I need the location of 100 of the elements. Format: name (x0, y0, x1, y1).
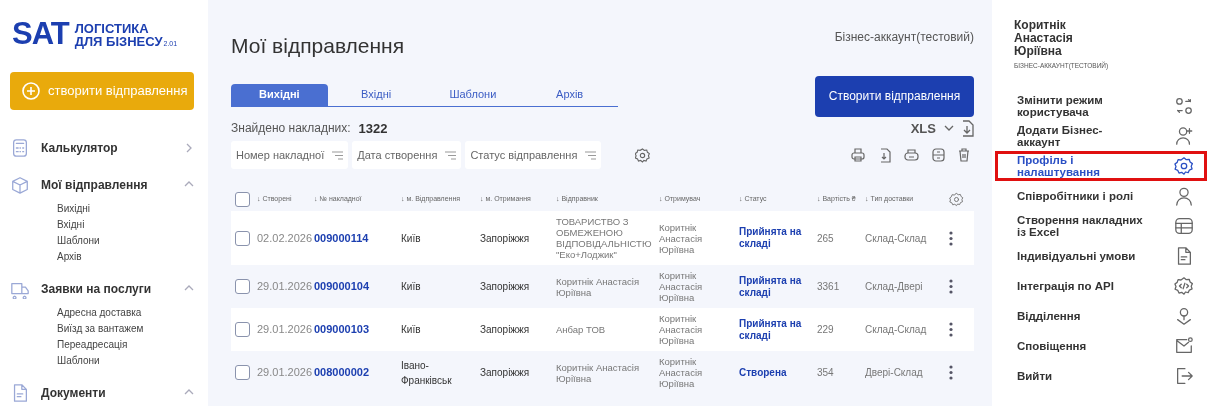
status-label: Прийнята на складі (739, 226, 803, 250)
account-menu-item[interactable]: Відділення (995, 300, 1207, 331)
tab[interactable]: Вхідні (327, 83, 425, 106)
table-cell-text: 265 (817, 231, 835, 246)
account-menu-item[interactable]: Індивідуальні умови (995, 240, 1207, 271)
account-menu-item[interactable]: Вийти (995, 360, 1207, 391)
download-icon[interactable] (960, 119, 974, 137)
table-cell-text: Склад-Склад (865, 323, 928, 337)
account-menu-item[interactable]: Інтеграція по API (995, 270, 1207, 301)
filter-icon (445, 150, 457, 160)
row-checkbox[interactable] (235, 365, 250, 380)
submenu-item[interactable]: Адресна доставка (57, 305, 194, 321)
table-cell-text: Склад-Склад (865, 231, 928, 246)
calculator-icon (10, 138, 30, 158)
table-cell-text: Коритнік Анастасія Юріївна (556, 275, 641, 298)
table-cell-text: Коритнік Анастасія Юріївна (659, 221, 704, 255)
filter-field[interactable]: Номер накладної (231, 141, 349, 169)
submenu-item[interactable]: Переадресація (57, 337, 194, 353)
table-cell-text: Коритнік Анастасія Юріївна (556, 361, 641, 384)
settings-icon[interactable] (635, 147, 651, 163)
table-cell-text: 354 (817, 366, 835, 380)
table-cell-text: 3361 (817, 280, 841, 294)
menu-item[interactable]: Калькулятор (41, 139, 184, 157)
chevron-right-icon[interactable] (184, 143, 194, 153)
logo-subtitle: ЛОГІСТИКА (74, 21, 150, 35)
user-name: Коритнік Анастасія Юріївна (1014, 19, 1074, 58)
logo-text: SAT (12, 18, 69, 49)
table-cell-text: Запоріжжя (480, 323, 531, 337)
table-cell-text: 229 (817, 323, 835, 337)
waybill-link[interactable]: 008000002 (314, 364, 401, 381)
tab[interactable]: Шаблони (424, 83, 522, 106)
table-cell-text: Коритнік Анастасія Юріївна (659, 356, 704, 389)
more-options-icon[interactable] (949, 322, 953, 337)
row-checkbox[interactable] (235, 322, 250, 337)
submenu-item[interactable]: Шаблони (57, 233, 194, 249)
tab[interactable]: Вихідні (231, 83, 328, 106)
account-menu-item[interactable]: Додати Бізнес-аккаунт (995, 120, 1207, 151)
filter-icon (585, 150, 597, 160)
submenu-item[interactable]: Шаблони (57, 353, 194, 369)
found-count: 1322 (358, 119, 388, 138)
mail-icon (1174, 335, 1194, 356)
submenu-item[interactable]: Архів (57, 249, 194, 265)
menu-item[interactable]: Документи (41, 384, 184, 402)
table-cell-text: ТОВАРИСТВО З ОБМЕЖЕНОЮ ВІДПОВІДАЛЬНІСТЮ "Еко+Лоджик" (556, 216, 653, 260)
table-row[interactable]: 29.01.2026 009000103 Київ Запоріжжя Анбар ТОВ Коритнік Анастасія Юріївна Прийнята на складі 229 Склад-Склад (231, 308, 974, 351)
waybill-link[interactable]: 009000114 (314, 229, 401, 247)
table-icon (1174, 215, 1194, 236)
box-icon (10, 175, 30, 195)
location-pin-icon (1174, 305, 1194, 326)
add-user-icon (1174, 125, 1194, 146)
swap-icon (1174, 95, 1194, 116)
select-all-checkbox[interactable] (235, 191, 250, 207)
download-icon[interactable] (878, 147, 891, 163)
account-menu-item[interactable]: Створення накладних із Excel (995, 210, 1207, 241)
printer-icon[interactable] (904, 148, 919, 162)
page-title: Мої відправлення (231, 33, 405, 59)
date-cell-text: 02.02.2026 (257, 230, 314, 246)
account-menu-item[interactable]: Сповіщення (995, 330, 1207, 361)
table-cell-text: Київ (401, 231, 422, 246)
waybill-link[interactable]: 009000104 (314, 278, 401, 295)
account-menu-item[interactable]: Змінити режим користувача (995, 90, 1207, 121)
table-cell-text: Київ (401, 280, 422, 294)
printer-icon[interactable] (851, 148, 865, 162)
status-label: Створена (739, 366, 788, 379)
table-cell-text: Запоріжжя (480, 280, 531, 294)
more-options-icon[interactable] (949, 230, 953, 246)
menu-item[interactable]: Мої відправлення (41, 176, 184, 194)
table-cell-text: Двері-Склад (865, 366, 924, 380)
trash-icon[interactable] (958, 148, 970, 162)
account-menu-item[interactable]: Співробітники і ролі (995, 180, 1207, 211)
row-checkbox[interactable] (235, 279, 250, 294)
more-options-icon[interactable] (949, 279, 953, 294)
date-cell-text: 29.01.2026 (257, 322, 314, 338)
table-cell-text: Київ (401, 323, 422, 337)
table-cell-text: Івано-Франківськ (401, 358, 453, 388)
export-format-dropdown[interactable]: XLS (910, 118, 954, 138)
more-options-icon[interactable] (949, 365, 953, 380)
row-checkbox[interactable] (235, 230, 250, 246)
account-menu-item[interactable]: Профіль і налаштування (995, 150, 1207, 181)
tab[interactable]: Архів (521, 83, 618, 106)
filter-field[interactable]: Статус відправлення (465, 141, 602, 169)
waybill-link[interactable]: 009000103 (314, 321, 401, 338)
chevron-down-icon (944, 125, 954, 132)
create-shipment-button[interactable]: Створити відправлення (815, 75, 974, 117)
table-cell-text: Запоріжжя (480, 366, 531, 380)
filter-icon (332, 150, 344, 160)
submenu-item[interactable]: Вхідні (57, 217, 194, 233)
status-label: Прийнята на складі (739, 274, 803, 299)
menu-item[interactable]: Заявки на послуги (41, 280, 184, 298)
submenu-item[interactable]: Вихідні (57, 201, 194, 217)
filter-field[interactable]: Дата створення (352, 141, 462, 169)
cabinet-icon[interactable] (932, 148, 945, 162)
submenu-item[interactable]: Виїзд за вантажем (57, 321, 194, 337)
table-cell-text: Запоріжжя (480, 231, 531, 246)
date-cell-text: 29.01.2026 (257, 279, 314, 295)
plus-circle-icon (22, 82, 40, 100)
found-label: Знайдено накладних: (231, 120, 351, 138)
settings-icon[interactable] (949, 191, 964, 207)
table-cell-text: Анбар ТОВ (556, 324, 607, 335)
code-gear-icon (1174, 275, 1194, 296)
